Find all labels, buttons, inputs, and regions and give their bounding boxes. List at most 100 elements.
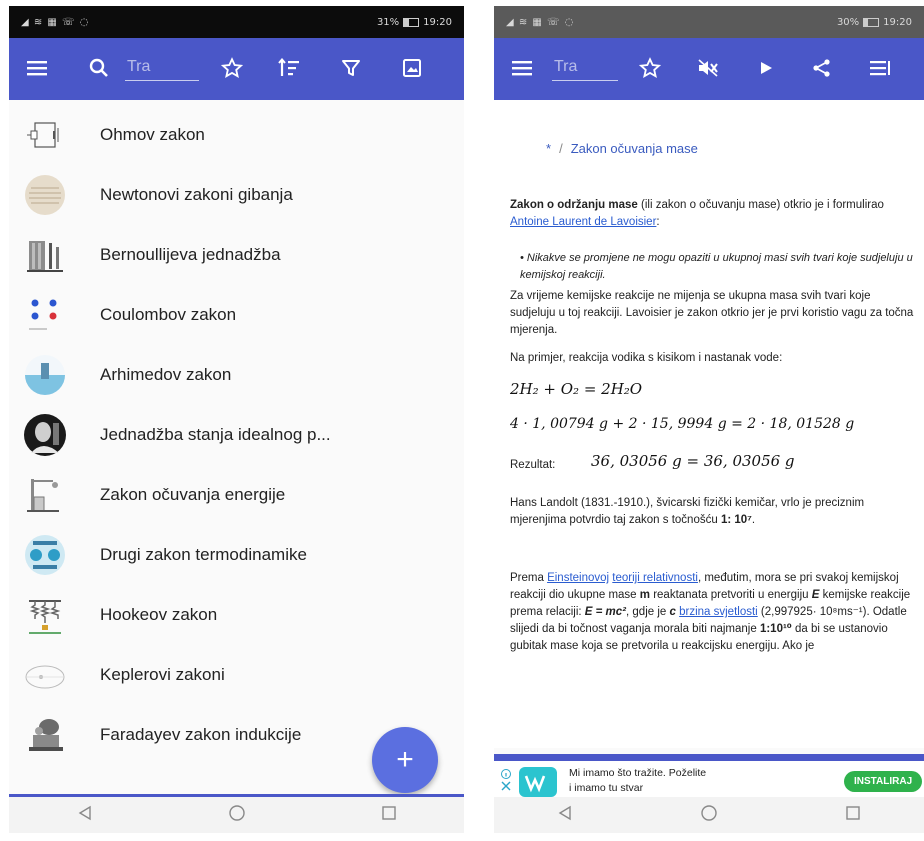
- system-nav-bar: [9, 797, 464, 833]
- list-item[interactable]: Ohmov zakon: [9, 105, 464, 165]
- phone-screen-left: ◢ ≋ ▦ ☏ ◌ 31% 19:20 Tra Ohmov zakon Newt…: [9, 6, 464, 833]
- phone-screen-right: ◢ ≋ ▦ ☏ ◌ 30% 19:20 */Zakon očuvanja ma: [494, 6, 924, 833]
- intro-text: (ili zakon o očuvanju mase) otkrio je i …: [637, 199, 884, 211]
- list-item-label: Keplerovi zakoni: [100, 665, 225, 684]
- mute-icon[interactable]: [694, 54, 722, 82]
- back-icon[interactable]: [557, 805, 573, 826]
- ad-text-line2: i imamo tu stvar: [569, 782, 644, 794]
- list-item[interactable]: Bernoullijeva jednadžba: [9, 225, 464, 285]
- play-icon[interactable]: [752, 54, 780, 82]
- relativity-link[interactable]: teoriji relativnosti: [612, 572, 698, 584]
- list-item-label: Bernoullijeva jednadžba: [100, 245, 281, 264]
- status-bar: ◢ ≋ ▦ ☏ ◌ 31% 19:20: [9, 6, 464, 38]
- lavoisier-link[interactable]: Antoine Laurent de Lavoisier: [510, 216, 656, 228]
- list-item-label: Arhimedov zakon: [100, 365, 232, 384]
- paragraph-example: Na primjer, reakcija vodika s kisikom i …: [510, 352, 783, 364]
- topics-list: Ohmov zakon Newtonovi zakoni gibanja Ber…: [9, 100, 464, 765]
- list-item-label: Drugi zakon termodinamike: [100, 545, 307, 564]
- list-item-label: Newtonovi zakoni gibanja: [100, 185, 293, 204]
- recents-icon[interactable]: [845, 805, 861, 826]
- list-item[interactable]: Jednadžba stanja idealnog p...: [9, 405, 464, 465]
- back-icon[interactable]: [77, 805, 93, 826]
- landolt-text: Hans Landolt (1831.-1910.), švicarski fi…: [510, 497, 865, 526]
- result-label: Rezultat:: [510, 459, 556, 471]
- search-input[interactable]: [552, 58, 618, 81]
- status-icons: ◢ ≋ ▦ ☏ ◌: [21, 16, 90, 28]
- home-icon[interactable]: [228, 804, 246, 827]
- battery-icon: [403, 17, 420, 27]
- list-item[interactable]: Drugi zakon termodinamike: [9, 525, 464, 585]
- law-quote: • Nikakve se promjene ne mogu opaziti u …: [520, 250, 916, 284]
- precision-ratio: 1:10¹⁰: [759, 623, 792, 635]
- list-item[interactable]: Coulombov zakon: [9, 285, 464, 345]
- var-m: m: [639, 589, 650, 601]
- list-item-label: Zakon očuvanja energije: [100, 485, 286, 504]
- search-input[interactable]: [125, 58, 199, 81]
- list-item-label: Jednadžba stanja idealnog p...: [100, 425, 331, 444]
- intro-end: :: [656, 216, 660, 228]
- formula-masses: 4 · 1, 00794 g + 2 · 15, 9994 g = 2 · 18…: [510, 416, 855, 432]
- einstein-link[interactable]: Einsteinovoj: [547, 572, 609, 584]
- speed-of-light-link[interactable]: brzina svjetlosti: [679, 606, 758, 618]
- var-c: c: [669, 606, 676, 618]
- einstein-text-c: reaktanata pretvoriti u energiju: [650, 589, 812, 601]
- list-item[interactable]: Hookeov zakon: [9, 585, 464, 645]
- share-icon[interactable]: [808, 54, 836, 82]
- battery-icon: [863, 17, 880, 27]
- ad-text-line1: Mi imamo što tražite. Poželite: [569, 767, 707, 779]
- status-bar: ◢ ≋ ▦ ☏ ◌ 30% 19:20: [494, 6, 924, 38]
- springs-icon: [23, 593, 67, 637]
- fluid-tubes-icon: [23, 233, 67, 277]
- home-icon[interactable]: [700, 804, 718, 827]
- search-icon[interactable]: [85, 54, 113, 82]
- list-item-label: Ohmov zakon: [100, 125, 205, 144]
- clock: 19:20: [883, 16, 912, 28]
- text-settings-icon[interactable]: [866, 54, 894, 82]
- filter-icon[interactable]: [337, 54, 365, 82]
- status-icons: ◢ ≋ ▦ ☏ ◌: [506, 16, 575, 28]
- list-item[interactable]: Newtonovi zakoni gibanja: [9, 165, 464, 225]
- list-item[interactable]: Keplerovi zakoni: [9, 645, 464, 705]
- breadcrumb-current[interactable]: Zakon očuvanja mase: [571, 141, 698, 156]
- star-icon[interactable]: [636, 54, 664, 82]
- article-intro: Zakon o održanju mase (ili zakon o očuva…: [510, 197, 916, 231]
- list-item-label: Hookeov zakon: [100, 605, 218, 624]
- app-toolbar: [9, 38, 464, 100]
- battery-percent: 31%: [376, 16, 400, 28]
- article-term: Zakon o održanju mase: [510, 199, 638, 211]
- menu-icon[interactable]: [23, 54, 51, 82]
- install-button[interactable]: INSTALIRAJ: [844, 771, 923, 792]
- heat-engine-icon: [23, 533, 67, 577]
- breadcrumb-home[interactable]: *: [546, 141, 551, 156]
- charges-icon: [23, 293, 67, 337]
- landolt-precision: 1: 10⁷: [720, 514, 752, 526]
- quote-bullet: •: [520, 252, 527, 264]
- water-tank-icon: [23, 353, 67, 397]
- coil-device-icon: [23, 713, 67, 757]
- list-item[interactable]: Zakon očuvanja energije: [9, 465, 464, 525]
- app-toolbar: [494, 38, 924, 100]
- einstein-text-a: Prema: [510, 572, 548, 584]
- system-nav-bar: [494, 797, 924, 833]
- quote-text: Nikakve se promjene ne mogu opaziti u uk…: [520, 252, 913, 281]
- star-icon[interactable]: [218, 54, 246, 82]
- landolt-end: .: [751, 514, 756, 526]
- einstein-text-e: , gdje je: [626, 606, 670, 618]
- breadcrumb-separator: /: [559, 141, 563, 156]
- recents-icon[interactable]: [381, 805, 397, 826]
- battery-percent: 30%: [836, 16, 860, 28]
- formula-water: 2H₂ + O₂ = 2H₂O: [510, 380, 643, 398]
- paragraph-einstein: Prema Einsteinovoj teoriji relativnosti,…: [510, 570, 916, 655]
- list-item[interactable]: Arhimedov zakon: [9, 345, 464, 405]
- sort-icon[interactable]: [275, 54, 303, 82]
- image-icon[interactable]: [398, 54, 426, 82]
- clock: 19:20: [423, 16, 452, 28]
- ad-info-icon[interactable]: [500, 769, 512, 796]
- menu-icon[interactable]: [508, 54, 536, 82]
- pendulum-icon: [23, 473, 67, 517]
- breadcrumb: * / Zakon očuvanja mase: [546, 141, 698, 156]
- portrait-icon: [23, 413, 67, 457]
- add-button[interactable]: +: [372, 727, 438, 793]
- result-formula: 36, 03056 g = 36, 03056 g: [591, 452, 795, 470]
- circuit-diagram-icon: [23, 113, 67, 157]
